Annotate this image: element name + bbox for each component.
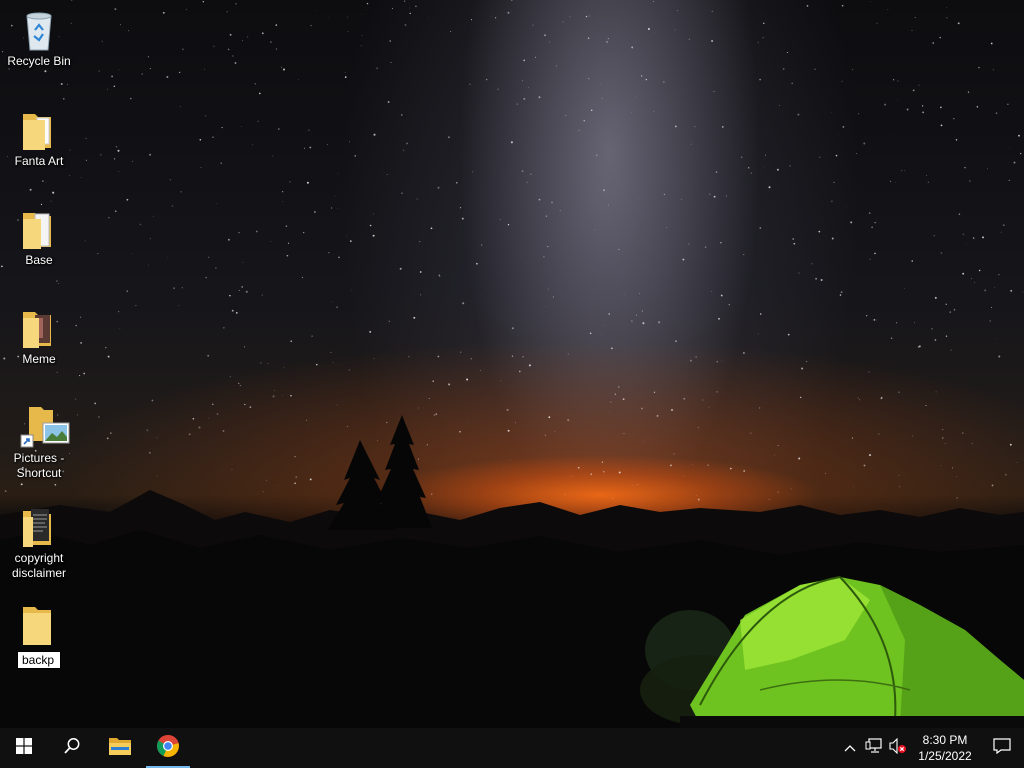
- desktop-icon-recycle-bin[interactable]: Recycle Bin: [4, 8, 74, 69]
- folder-icon: [19, 306, 59, 350]
- action-center-button[interactable]: [980, 728, 1024, 768]
- desktop-icon-label: Recycle Bin: [7, 54, 71, 68]
- taskbar: 8:30 PM 1/25/2022: [0, 728, 1024, 768]
- action-center-icon: [993, 737, 1011, 759]
- pictures-shortcut-icon: [19, 405, 70, 449]
- rename-input[interactable]: [17, 651, 61, 669]
- desktop-icon-copyright-disclaimer[interactable]: copyright disclaimer: [4, 505, 74, 581]
- windows-logo-icon: [16, 737, 32, 759]
- taskbar-file-explorer[interactable]: [96, 728, 144, 768]
- folder-icon: [19, 108, 59, 152]
- desktop-icon-meme[interactable]: Meme: [4, 306, 74, 367]
- desktop-icon-pictures-shortcut[interactable]: Pictures - Shortcut: [4, 405, 74, 481]
- desktop-icon-label: Fanta Art: [14, 154, 64, 168]
- clock-time: 8:30 PM: [922, 733, 968, 747]
- desktop-icon-base[interactable]: Base: [4, 207, 74, 268]
- desktop-icon-label: Meme: [22, 352, 56, 366]
- search-button[interactable]: [48, 728, 96, 768]
- start-button[interactable]: [0, 728, 48, 768]
- taskbar-chrome[interactable]: [144, 728, 192, 768]
- desktop-icon-new-folder[interactable]: [4, 603, 74, 669]
- wallpaper-landscape: [0, 415, 1024, 728]
- system-tray: 8:30 PM 1/25/2022: [838, 728, 1024, 768]
- search-icon: [63, 737, 81, 760]
- network-button[interactable]: [862, 728, 886, 768]
- folder-icon: [19, 603, 59, 647]
- show-hidden-icons-button[interactable]: [838, 728, 862, 768]
- desktop-icon-fanta-art[interactable]: Fanta Art: [4, 108, 74, 169]
- file-explorer-icon: [108, 736, 132, 761]
- clock-date: 1/25/2022: [918, 749, 972, 763]
- clock[interactable]: 8:30 PM 1/25/2022: [910, 728, 980, 768]
- desktop[interactable]: Recycle Bin Fanta Art Base Meme Pictures…: [0, 0, 1024, 728]
- chrome-icon: [156, 734, 180, 763]
- desktop-icon-label: Pictures - Shortcut: [13, 451, 65, 480]
- folder-icon: [19, 207, 59, 251]
- desktop-icon-label: copyright disclaimer: [11, 551, 66, 580]
- recycle-bin-icon: [19, 8, 59, 52]
- volume-button[interactable]: [886, 728, 910, 768]
- network-icon: [865, 737, 883, 759]
- desktop-icon-label: Base: [25, 253, 53, 267]
- folder-icon: [19, 505, 59, 549]
- volume-muted-icon: [888, 737, 908, 759]
- chevron-up-icon: [844, 739, 856, 757]
